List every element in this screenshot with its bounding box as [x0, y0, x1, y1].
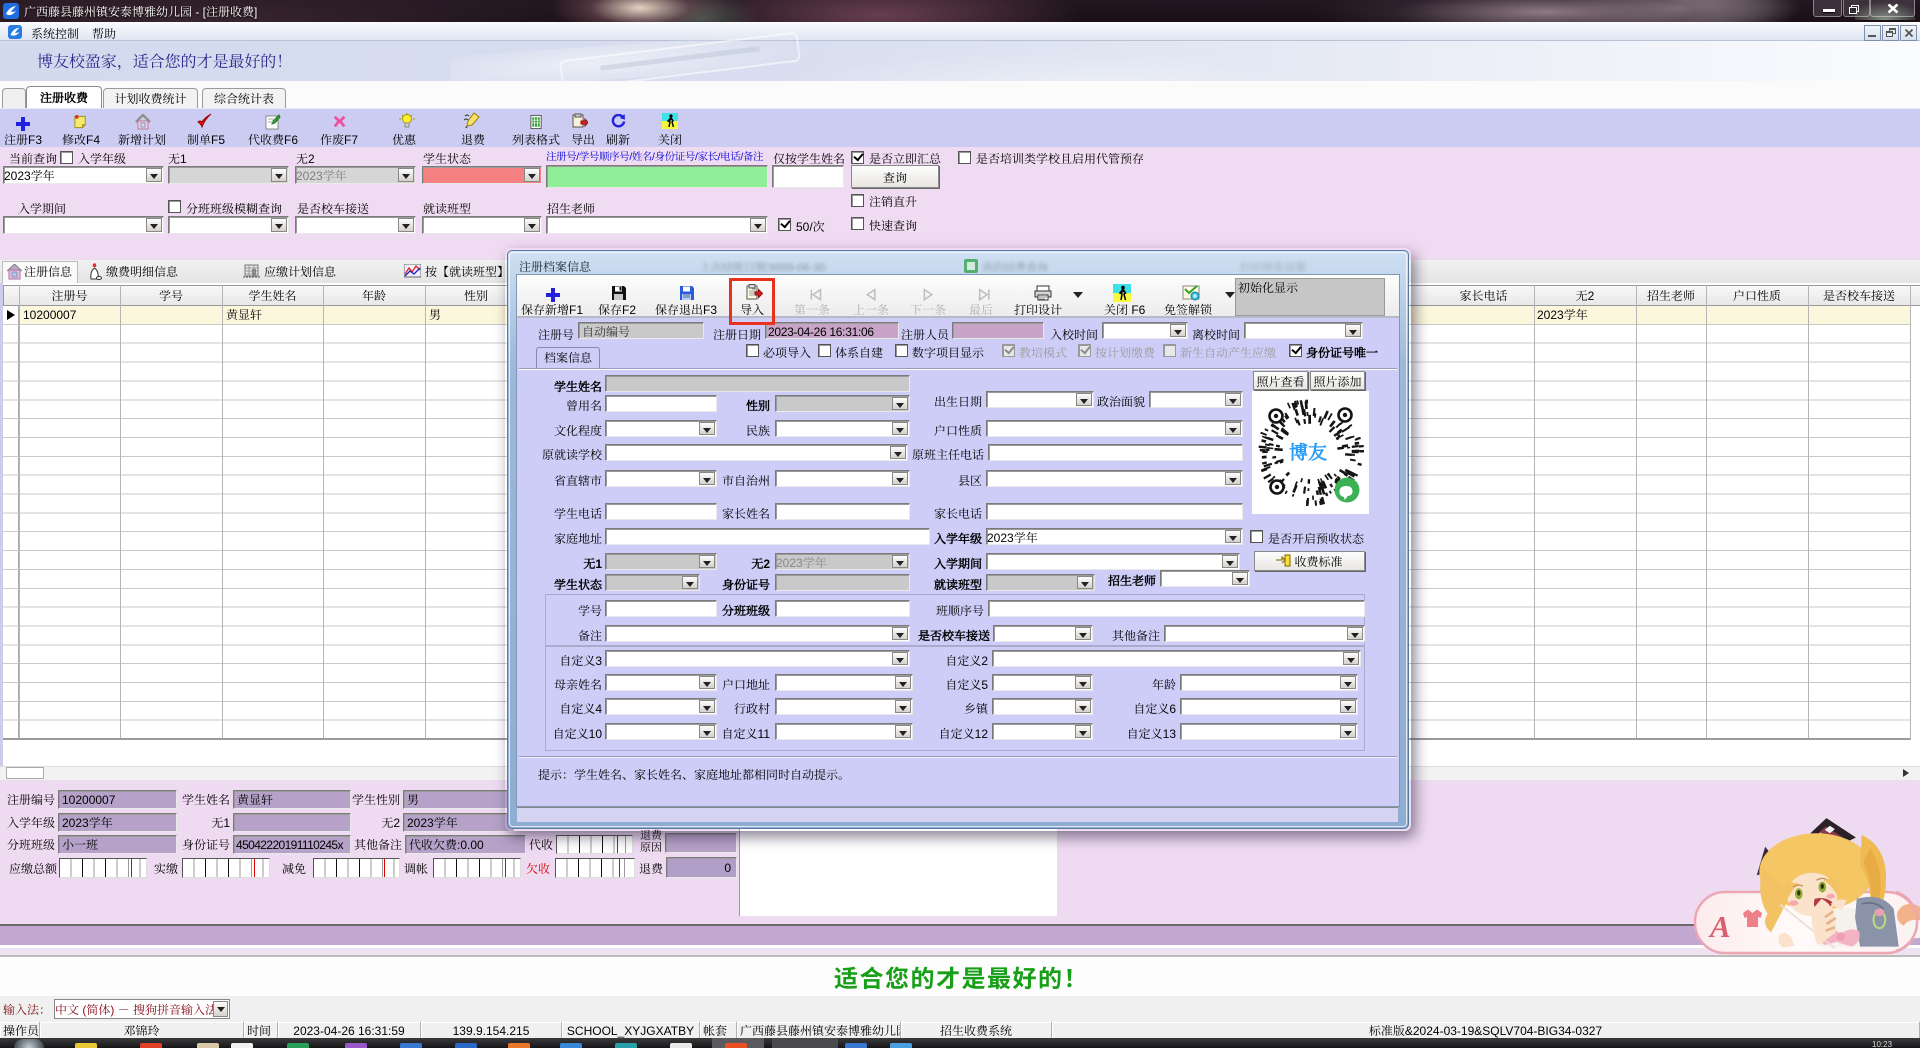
svg-text:A: A — [1708, 909, 1731, 944]
svg-text:博友: 博友 — [1289, 438, 1327, 465]
